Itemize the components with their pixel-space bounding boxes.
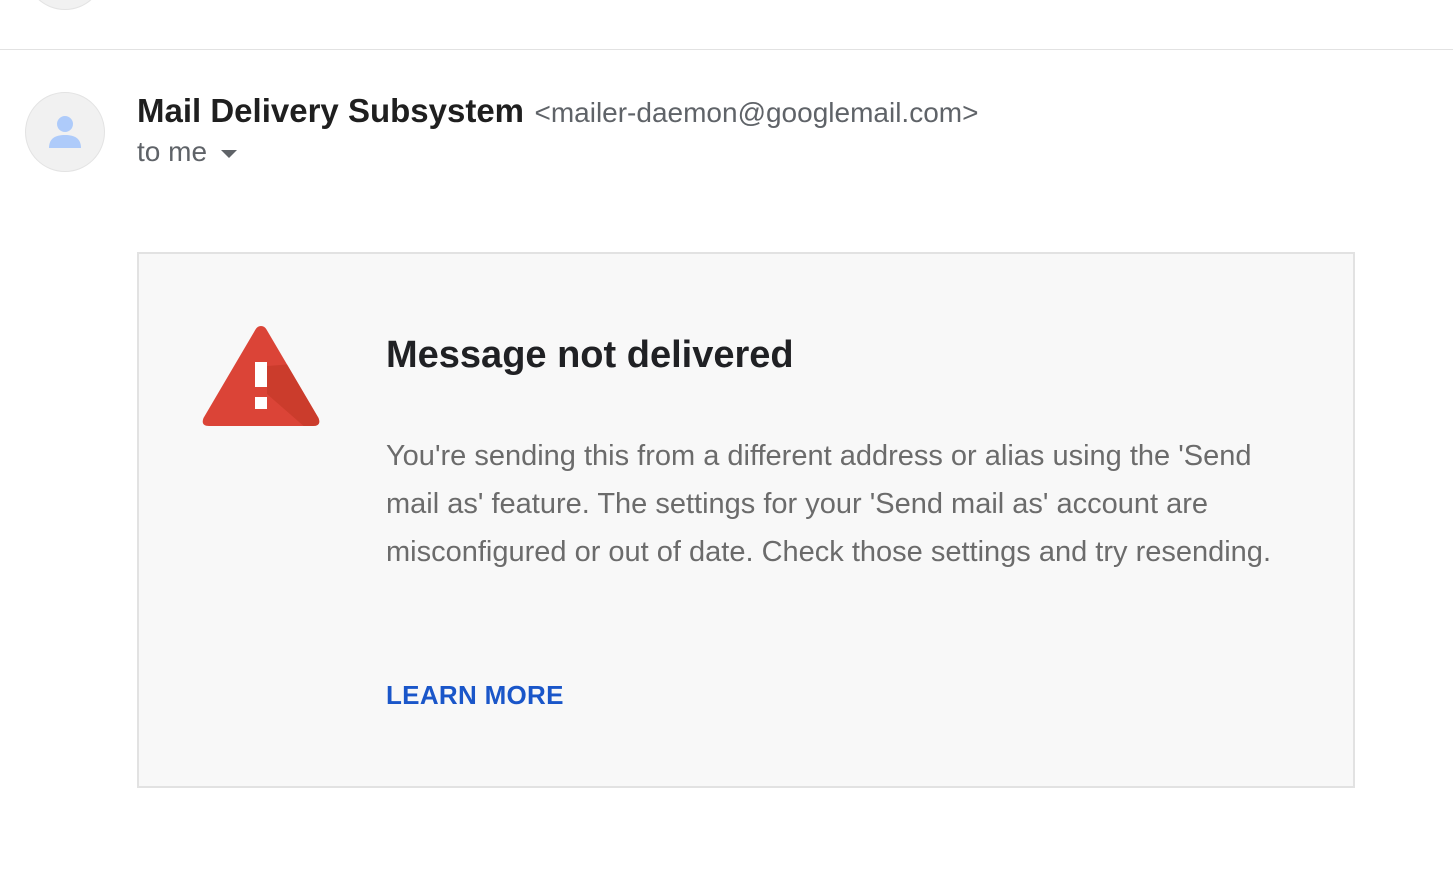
notice-title: Message not delivered <box>386 334 794 376</box>
email-view: Mail Delivery Subsystem <mailer-daemon@g… <box>0 0 1453 869</box>
recipient-details-toggle[interactable]: to me <box>137 136 238 168</box>
recipient-label: to me <box>137 136 208 167</box>
sender-name[interactable]: Mail Delivery Subsystem <box>137 92 524 129</box>
sender-line: Mail Delivery Subsystem <mailer-daemon@g… <box>137 92 978 130</box>
warning-icon <box>202 326 320 426</box>
previous-message-avatar <box>25 0 105 10</box>
sender-email: <mailer-daemon@googlemail.com> <box>534 97 979 128</box>
caret-down-icon[interactable] <box>221 150 238 158</box>
learn-more-link[interactable]: LEARN MORE <box>386 680 564 711</box>
message-divider <box>0 49 1453 50</box>
notice-body: You're sending this from a different add… <box>386 440 1271 568</box>
person-icon <box>49 116 81 148</box>
sender-avatar[interactable] <box>25 92 105 172</box>
delivery-failure-notice: Message not delivered You're sending thi… <box>137 252 1355 788</box>
